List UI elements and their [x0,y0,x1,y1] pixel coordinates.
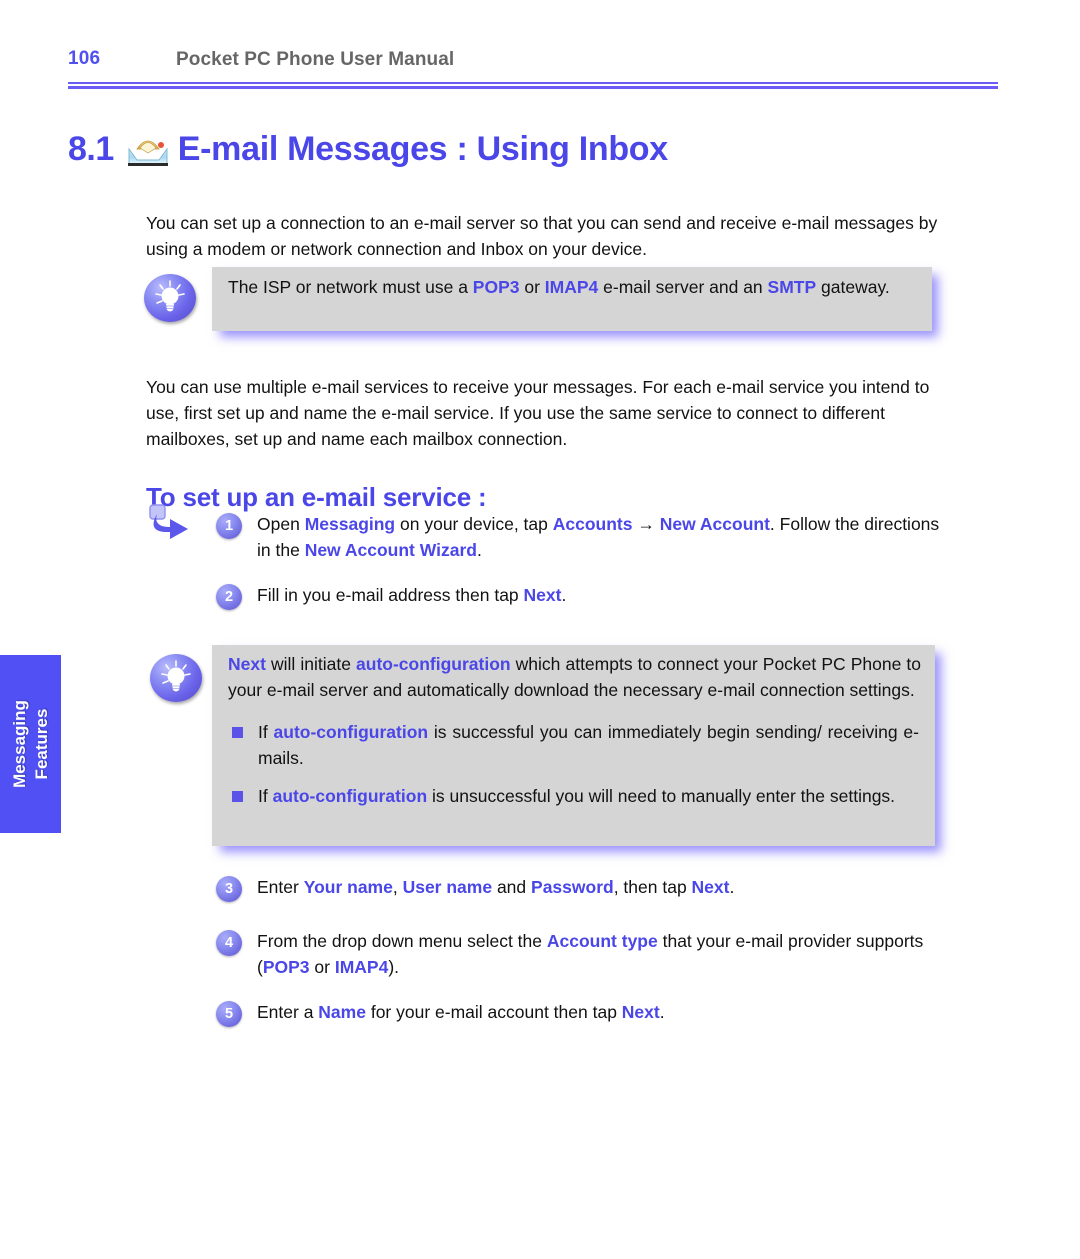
header-divider [68,82,998,89]
step-item-3: 3 Enter Your name, User name and Passwor… [216,875,916,902]
step-number-badge: 2 [216,584,242,610]
step-item-1: 1 Open Messaging on your device, tap Acc… [216,512,946,563]
chapter-number: 8.1 [68,129,114,168]
square-bullet-icon [232,727,243,738]
page-header: 106 Pocket PC Phone User Manual [68,48,998,82]
tip-note-isp-text: The ISP or network must use a POP3 or IM… [228,277,890,297]
tip-note-isp: The ISP or network must use a POP3 or IM… [212,267,932,331]
step-text: Enter a Name for your e-mail account the… [257,1002,665,1022]
square-bullet-icon [232,791,243,802]
services-paragraph: You can use multiple e-mail services to … [146,376,930,449]
header-divider-thin [68,82,998,84]
curved-arrow-icon [148,503,196,547]
inbox-icon [127,131,169,167]
step-item-4: 4 From the drop down menu select the Acc… [216,929,946,980]
step-text: Enter Your name, User name and Password,… [257,877,735,897]
side-tab-label: Messaging Features [9,700,53,788]
lightbulb-icon [150,654,202,702]
lightbulb-icon [144,274,196,322]
page-number: 106 [68,48,101,69]
step-item-5: 5 Enter a Name for your e-mail account t… [216,1000,916,1027]
step-number-badge: 5 [216,1001,242,1027]
step-number-badge: 3 [216,876,242,902]
tip-bullet-text: If auto-configuration is unsuccessful yo… [258,786,896,806]
step-text: Fill in you e-mail address then tap Next… [257,585,567,605]
tip-note-autoconfig-text: Next will initiate auto-configuration wh… [228,654,921,700]
step-item-2: 2 Fill in you e-mail address then tap Ne… [216,583,916,610]
tip-bullet-item: If auto-configuration is successful you … [228,720,919,771]
tip-note-autoconfig: Next will initiate auto-configuration wh… [212,645,935,846]
step-text: From the drop down menu select the Accou… [257,931,924,977]
chapter-title: 8.1 E-mail Messages : Using Inbox [68,127,668,171]
section-heading: To set up an e-mail service : [146,481,487,512]
tip-note-bullet-list: If auto-configuration is successful you … [212,703,935,810]
side-tab-line-2: Features [31,708,51,780]
manual-title: Pocket PC Phone User Manual [176,49,455,70]
side-tab-line-1: Messaging [9,700,29,788]
header-divider-thick [68,86,998,89]
chapter-heading: E-mail Messages : Using Inbox [177,129,668,168]
step-number-badge: 4 [216,930,242,956]
step-text: Open Messaging on your device, tap Accou… [257,514,940,560]
tip-bullet-text: If auto-configuration is successful you … [258,722,919,768]
step-number-badge: 1 [216,513,242,539]
section-side-tab: Messaging Features [0,655,61,833]
tip-bullet-item: If auto-configuration is unsuccessful yo… [228,784,919,810]
intro-paragraph: You can set up a connection to an e-mail… [146,212,938,259]
